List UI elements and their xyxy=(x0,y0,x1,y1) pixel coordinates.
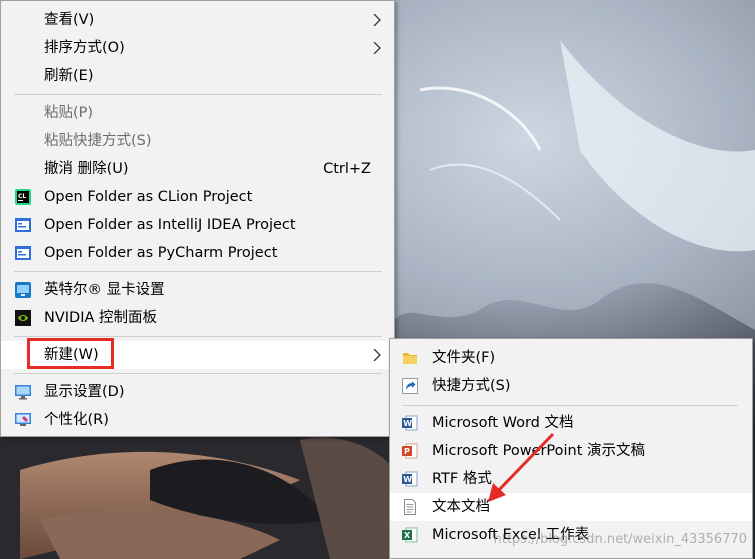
menu-item-sort-by[interactable]: 排序方式(O) xyxy=(1,34,394,62)
menu-item-paste-shortcut[interactable]: 粘贴快捷方式(S) xyxy=(1,127,394,155)
menu-item-paste[interactable]: 粘贴(P) xyxy=(1,99,394,127)
submenu-item-label: 文本文档 xyxy=(432,499,490,515)
menu-item-label: 刷新(E) xyxy=(44,68,94,84)
menu-item-display-settings[interactable]: 显示设置(D) xyxy=(1,378,394,406)
clion-icon: CL xyxy=(15,189,31,205)
menu-separator xyxy=(14,336,382,337)
submenu-item-label: RTF 格式 xyxy=(432,471,492,487)
new-submenu: 文件夹(F) 快捷方式(S) W Microsoft Word 文档 P Mic… xyxy=(389,338,753,559)
submenu-item-text-document[interactable]: 文本文档 xyxy=(390,493,752,521)
menu-item-nvidia[interactable]: NVIDIA 控制面板 xyxy=(1,304,394,332)
folder-icon xyxy=(403,353,417,364)
pycharm-icon xyxy=(15,246,31,260)
menu-item-label: 查看(V) xyxy=(44,12,95,28)
menu-item-refresh[interactable]: 刷新(E) xyxy=(1,62,394,90)
menu-item-label: 英特尔® 显卡设置 xyxy=(44,282,165,298)
submenu-item-folder[interactable]: 文件夹(F) xyxy=(390,344,752,372)
menu-separator xyxy=(14,94,382,95)
menu-separator xyxy=(14,373,382,374)
svg-text:W: W xyxy=(403,419,412,428)
svg-text:W: W xyxy=(403,475,412,484)
menu-item-label: 粘贴(P) xyxy=(44,105,94,121)
display-settings-icon xyxy=(15,385,31,400)
intellij-idea-icon xyxy=(15,218,31,232)
menu-separator xyxy=(14,271,382,272)
svg-text:CL: CL xyxy=(18,193,26,200)
chevron-right-icon xyxy=(373,349,381,361)
menu-item-personalize[interactable]: 个性化(R) xyxy=(1,406,394,434)
menu-item-label: 排序方式(O) xyxy=(44,40,125,56)
text-document-icon xyxy=(404,499,416,515)
watermark: https://blog.csdn.net/weixin_43356770 xyxy=(493,532,747,547)
menu-item-undo-delete[interactable]: 撤消 删除(U) Ctrl+Z xyxy=(1,155,394,183)
menu-item-label: 个性化(R) xyxy=(44,412,109,428)
menu-item-shortcut: Ctrl+Z xyxy=(323,161,371,177)
menu-item-view[interactable]: 查看(V) xyxy=(1,6,394,34)
submenu-item-label: Microsoft PowerPoint 演示文稿 xyxy=(432,443,646,459)
desktop-context-menu: 查看(V) 排序方式(O) 刷新(E) 粘贴(P) 粘贴快捷方式(S) 撤消 删… xyxy=(0,0,395,437)
svg-text:P: P xyxy=(404,447,410,456)
personalize-icon xyxy=(15,413,31,426)
menu-item-label: NVIDIA 控制面板 xyxy=(44,310,158,326)
submenu-item-powerpoint[interactable]: P Microsoft PowerPoint 演示文稿 xyxy=(390,437,752,465)
menu-item-label: 撤消 删除(U) xyxy=(44,161,129,177)
submenu-item-shortcut[interactable]: 快捷方式(S) xyxy=(390,372,752,400)
submenu-item-label: Microsoft Word 文档 xyxy=(432,415,574,431)
submenu-separator xyxy=(402,405,738,406)
menu-item-label: 粘贴快捷方式(S) xyxy=(44,133,152,149)
excel-icon: X xyxy=(402,527,418,543)
powerpoint-icon: P xyxy=(402,443,418,459)
menu-item-intel-graphics[interactable]: 英特尔® 显卡设置 xyxy=(1,276,394,304)
nvidia-icon xyxy=(15,310,31,326)
menu-item-open-pycharm[interactable]: Open Folder as PyCharm Project xyxy=(1,239,394,267)
submenu-item-label: 快捷方式(S) xyxy=(432,378,511,394)
word-document-icon: W xyxy=(402,415,418,431)
submenu-item-label: 文件夹(F) xyxy=(432,350,496,366)
chevron-right-icon xyxy=(373,42,381,54)
intel-graphics-icon xyxy=(15,282,31,298)
menu-item-label: 显示设置(D) xyxy=(44,384,125,400)
menu-item-label: Open Folder as CLion Project xyxy=(44,189,253,205)
highlight-box-new xyxy=(27,338,114,369)
submenu-item-rtf[interactable]: W RTF 格式 xyxy=(390,465,752,493)
shortcut-icon xyxy=(402,378,418,394)
submenu-item-word-document[interactable]: W Microsoft Word 文档 xyxy=(390,409,752,437)
rtf-document-icon: W xyxy=(402,471,418,487)
menu-item-open-intellij[interactable]: Open Folder as IntelliJ IDEA Project xyxy=(1,211,394,239)
menu-item-label: Open Folder as PyCharm Project xyxy=(44,245,278,261)
chevron-right-icon xyxy=(373,14,381,26)
menu-item-open-clion[interactable]: CL Open Folder as CLion Project xyxy=(1,183,394,211)
svg-text:X: X xyxy=(404,531,411,540)
menu-item-label: Open Folder as IntelliJ IDEA Project xyxy=(44,217,296,233)
